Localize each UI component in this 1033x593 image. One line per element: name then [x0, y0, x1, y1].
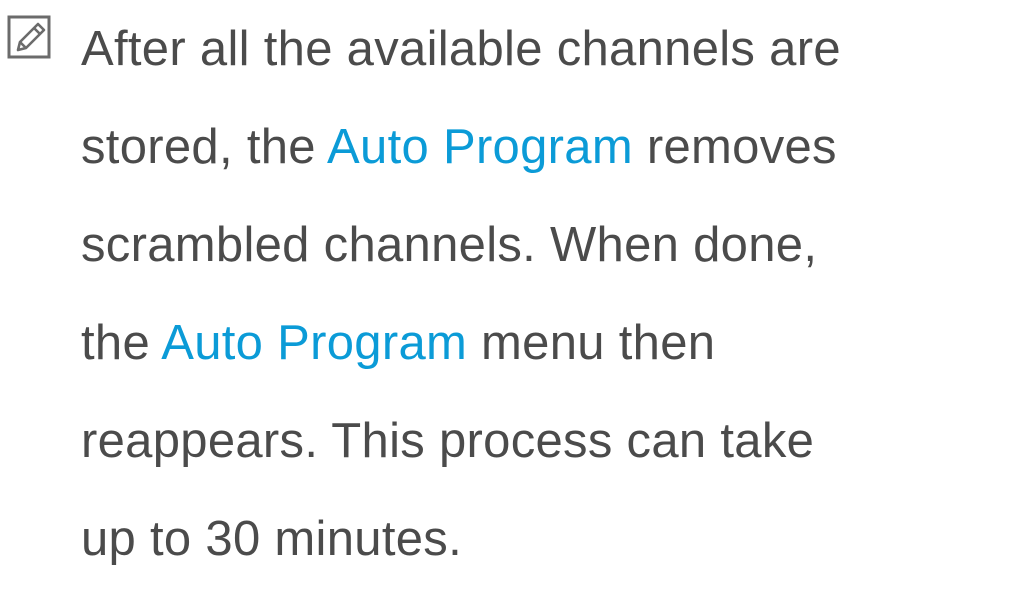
note-line: reappears. This process can take [81, 414, 815, 468]
note-pencil-icon [6, 14, 52, 60]
note-text-segment: the [81, 316, 162, 370]
note-text: After all the available channels are sto… [81, 0, 1026, 588]
note-text-segment: stored, the [81, 120, 328, 174]
note-line: the Auto Program menu then [81, 294, 1026, 392]
note-line: up to 30 minutes. [81, 512, 462, 566]
note-text-segment: menu then [467, 316, 716, 370]
note-line: stored, the Auto Program removes [81, 98, 1026, 196]
note-block: After all the available channels are sto… [0, 0, 1033, 593]
menu-term-auto-program: Auto Program [161, 316, 468, 370]
note-text-segment: removes [632, 120, 837, 174]
note-line: scrambled channels. When done, [81, 218, 818, 272]
menu-term-auto-program: Auto Program [327, 120, 633, 174]
note-line: After all the available channels are [81, 22, 841, 76]
